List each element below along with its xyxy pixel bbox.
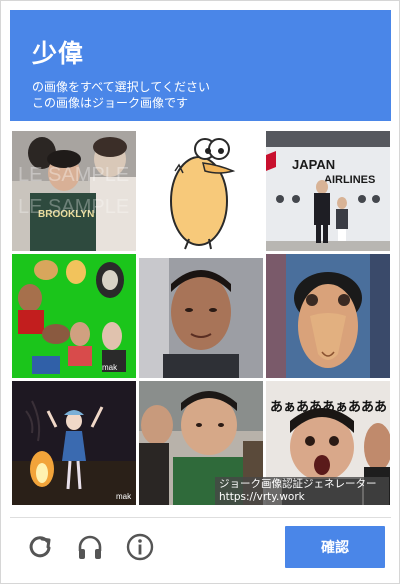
tile-text-make: mak (116, 492, 132, 501)
image-grid: BROOKLYN LE SAMPLE LE SAMPLE JAPAN AIRLI… (12, 131, 390, 505)
instruction-text: の画像をすべて選択してください (32, 80, 210, 94)
info-icon[interactable] (125, 532, 155, 562)
reload-icon[interactable] (25, 532, 55, 562)
captcha-frame: 少偉 の画像をすべて選択してください この画像はジョーク画像です BROOKLY… (0, 0, 400, 584)
tile-text-airlines: AIRLINES (324, 174, 375, 186)
target-title: 少偉 (32, 39, 85, 68)
watermark-text: LE SAMPLE (18, 196, 129, 218)
image-tile-4[interactable]: mak (12, 254, 136, 378)
attribution-url: https://vrty.work (219, 491, 305, 503)
verify-button[interactable]: 確認 (285, 526, 385, 568)
image-tile-2[interactable] (139, 131, 263, 251)
generator-attribution: ジョーク画像認証ジェネレーター https://vrty.work (215, 477, 389, 505)
watermark-text: LE SAMPLE (18, 164, 129, 186)
tile-text-make: mak (102, 363, 118, 372)
tile-text-japan: JAPAN (292, 157, 335, 172)
image-tile-3[interactable]: JAPAN AIRLINES (266, 131, 390, 251)
image-tile-1[interactable]: BROOKLYN LE SAMPLE LE SAMPLE (12, 131, 136, 251)
attribution-title: ジョーク画像認証ジェネレーター (219, 478, 377, 490)
image-tile-5[interactable] (139, 258, 263, 378)
instruction-subtext: この画像はジョーク画像です (32, 96, 189, 110)
image-tile-7[interactable]: mak (12, 381, 136, 505)
image-tile-6[interactable] (266, 254, 390, 378)
headphones-icon[interactable] (75, 532, 105, 562)
footer-divider (10, 517, 391, 518)
captcha-header: 少偉 の画像をすべて選択してください この画像はジョーク画像です (10, 10, 391, 121)
